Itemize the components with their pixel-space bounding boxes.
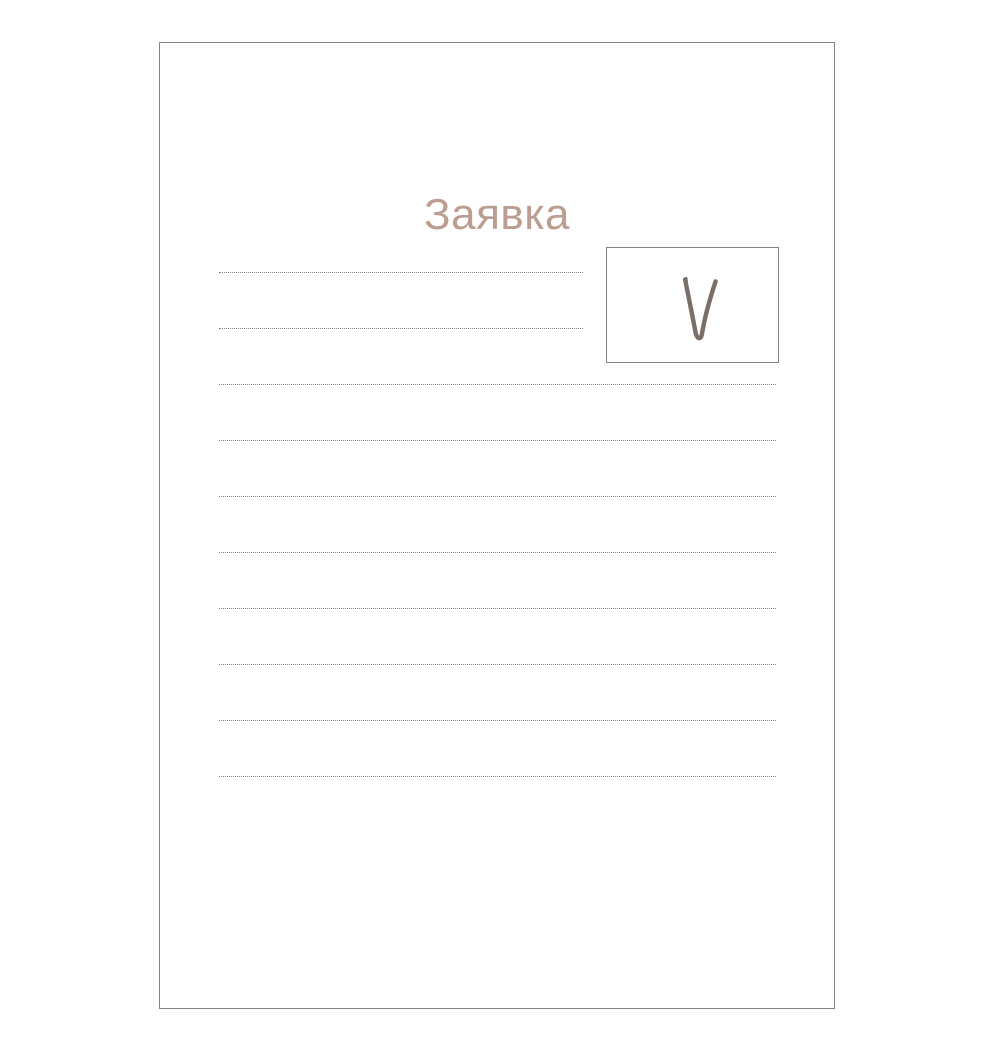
form-line-3[interactable] xyxy=(219,384,776,385)
form-title: Заявка xyxy=(424,190,570,239)
form-line-9[interactable] xyxy=(219,720,776,721)
form-line-2[interactable] xyxy=(219,328,583,329)
form-line-1[interactable] xyxy=(219,272,583,273)
form-line-6[interactable] xyxy=(219,552,776,553)
form-line-7[interactable] xyxy=(219,608,776,609)
mark-box[interactable] xyxy=(606,247,779,363)
form-line-10[interactable] xyxy=(219,776,776,777)
handwritten-v-mark xyxy=(682,276,718,341)
application-form-sheet: Заявка xyxy=(159,42,835,1009)
form-line-5[interactable] xyxy=(219,496,776,497)
form-line-4[interactable] xyxy=(219,440,776,441)
form-line-8[interactable] xyxy=(219,664,776,665)
